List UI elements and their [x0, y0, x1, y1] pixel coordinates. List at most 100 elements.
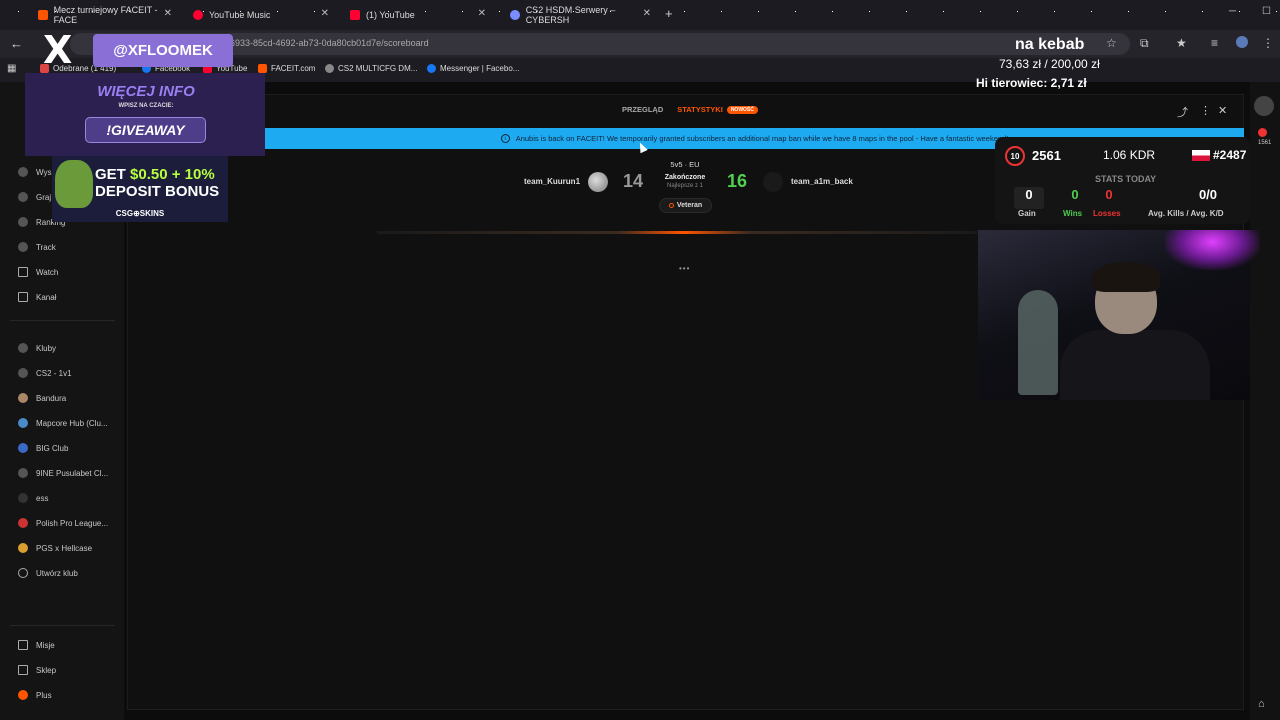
team1-score: 14 [623, 171, 644, 191]
globe-icon [510, 10, 520, 20]
globe-icon [325, 64, 334, 73]
tab-statistics[interactable]: STATYSTYKI NOWOŚĆ [677, 105, 758, 114]
sidebar-club-cs2-1v1[interactable]: CS2 - 1v1 [18, 368, 72, 378]
sidebar-club-ess[interactable]: ess [18, 493, 48, 503]
sidebar-item-channel[interactable]: Kanał [18, 292, 56, 302]
profile-avatar[interactable] [1236, 36, 1248, 48]
club-avatar [18, 418, 28, 428]
gain-value: 0 [1014, 187, 1044, 209]
webcam-person-hair [1092, 262, 1160, 292]
sidebar-club-big[interactable]: BIG Club [18, 443, 68, 453]
team2-name[interactable]: team_a1m_back [791, 177, 853, 186]
close-icon[interactable]: ✕ [1218, 104, 1227, 117]
sidebar-club-pgs-hellcase[interactable]: PGS x Hellcase [18, 543, 92, 553]
close-tab-icon[interactable]: ✕ [478, 8, 486, 19]
sidebar-item-track[interactable]: Track [18, 242, 56, 252]
bookmark-cs2-multicfg[interactable]: CS2 MULTICFG DM... [325, 64, 417, 73]
match-mode: 5v5 · EU [670, 160, 700, 169]
sidebar-item-play[interactable]: Graj [18, 192, 51, 202]
stats-today-label: STATS TODAY [1095, 174, 1157, 184]
right-panel [1250, 82, 1280, 720]
sidebar-club-polish-pro-league[interactable]: Polish Pro League... [18, 518, 108, 528]
apps-grid-icon[interactable]: ▦ [7, 63, 16, 74]
sidebar-item-missions[interactable]: Misje [18, 640, 55, 650]
sidebar-item-clubs[interactable]: Kluby [18, 343, 56, 353]
sidebar-club-mapcore[interactable]: Mapcore Hub (Clu... [18, 418, 108, 428]
bookmark-star-icon[interactable]: ★ [1176, 36, 1187, 50]
promo-brand: CSG⊕SKINS [115, 209, 165, 218]
losses-label: Losses [1093, 209, 1121, 218]
sidebar-item-plus[interactable]: Plus [18, 690, 52, 700]
close-tab-icon[interactable]: ✕ [164, 8, 172, 19]
feed-icon [18, 292, 28, 302]
info-subtitle: WPISZ NA CZACIE: [118, 103, 174, 109]
bookmark-faceit[interactable]: FACEIT.com [258, 64, 315, 73]
scoreboard-divider [377, 231, 977, 234]
sidebar-item-watch[interactable]: Watch [18, 267, 58, 277]
sidebar-club-bandura[interactable]: Bandura [18, 393, 66, 403]
club-avatar [18, 368, 28, 378]
avg-label: Avg. Kills / Avg. K/D [1148, 209, 1224, 218]
tab-cs2-hsdm[interactable]: CS2 HSDM Serwery – CYBERSH ✕ [502, 4, 657, 26]
user-avatar[interactable] [1254, 96, 1274, 116]
tab-youtube-music[interactable]: YouTube Music ✕ [185, 4, 335, 26]
info-icon: i [500, 134, 510, 143]
youtube-icon [350, 10, 360, 20]
webcam-person-body [1060, 330, 1210, 400]
new-tab-button[interactable]: + [665, 6, 673, 21]
tv-icon [18, 267, 28, 277]
kdr-value: 1.06 KDR [1103, 148, 1156, 162]
play-icon [18, 192, 28, 202]
sidebar-divider [10, 320, 115, 321]
modal-tabs: PRZEGLĄD STATYSTYKI NOWOŚĆ [622, 105, 758, 114]
skill-level-badge: Veteran [659, 198, 712, 213]
maximize-icon[interactable]: ☐ [1262, 6, 1271, 17]
tab-youtube[interactable]: (1) YouTube ✕ [342, 4, 492, 26]
webcam-rgb-light [1165, 230, 1260, 270]
extensions-icon[interactable]: ⧉ [1140, 36, 1149, 51]
promo-line2: DEPOSIT BONUS [95, 183, 220, 200]
back-icon[interactable]: ← [10, 36, 23, 51]
star-icon[interactable]: ☆ [1106, 36, 1117, 50]
more-icon[interactable]: ⋮ [1200, 104, 1211, 117]
team2-avatar[interactable] [763, 172, 783, 192]
close-tab-icon[interactable]: ✕ [643, 8, 651, 19]
top-donor: Hi tierowiec: 2,71 zł [976, 76, 1087, 90]
webcam-chair [1018, 290, 1058, 395]
url-text[interactable]: 6933-85cd-4692-ab73-0da80cb01d7e/scorebo… [230, 38, 429, 48]
wins-label: Wins [1063, 209, 1083, 218]
club-avatar [18, 493, 28, 503]
x-handle-badge: @XFLOOMEK [93, 34, 233, 67]
country-rank: #2487 [1213, 148, 1247, 162]
minimize-icon[interactable]: ─ [1229, 6, 1236, 17]
shop-icon [18, 665, 28, 675]
new-badge: NOWOŚĆ [726, 105, 758, 114]
wins-value: 0 [1071, 187, 1079, 202]
gift-icon[interactable]: ⌂ [1258, 698, 1265, 710]
elo-value: 1561 [1258, 140, 1272, 146]
team1-name[interactable]: team_Kuurun1 [524, 177, 580, 186]
tab-overview[interactable]: PRZEGLĄD [622, 105, 663, 114]
bookmark-messenger[interactable]: Messenger | Facebo... [427, 64, 519, 73]
close-tab-icon[interactable]: ✕ [321, 8, 329, 19]
sidebar-item-shop[interactable]: Sklep [18, 665, 56, 675]
giveaway-command: !GIVEAWAY [85, 117, 206, 143]
club-avatar [18, 518, 28, 528]
faceit-tab-icon [38, 10, 48, 20]
share-icon[interactable]: ⤴ [1177, 104, 1188, 120]
info-title: WIĘCEJ INFO [97, 83, 195, 100]
media-icon[interactable]: ≡ [1211, 36, 1218, 50]
youtube-music-icon [193, 10, 203, 20]
poland-flag-icon [1192, 150, 1210, 161]
menu-icon[interactable]: ⋮ [1262, 36, 1274, 50]
club-avatar [18, 468, 28, 478]
sidebar-club-9ine[interactable]: 9INE Pusulabet Cl... [18, 468, 108, 478]
club-avatar [18, 443, 28, 453]
team1-avatar[interactable] [588, 172, 608, 192]
sidebar-create-club[interactable]: Utwórz klub [18, 568, 78, 578]
tab-faceit[interactable]: Mecz turniejowy FACEIT - FACE ✕ [30, 4, 178, 26]
elo-value: 2561 [1032, 148, 1061, 163]
team2-score: 16 [727, 171, 748, 191]
club-avatar [18, 543, 28, 553]
missions-icon [18, 640, 28, 650]
